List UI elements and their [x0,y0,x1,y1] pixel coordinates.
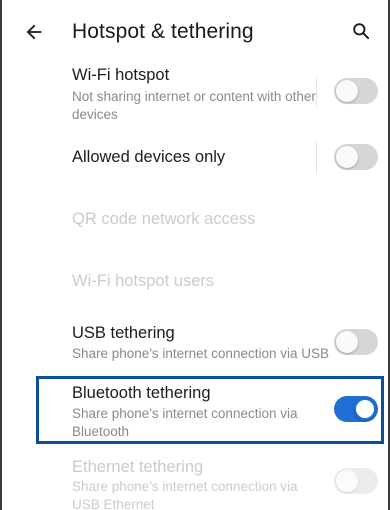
setting-label: Wi-Fi hotspot users [72,272,215,290]
highlight-box [36,376,384,444]
setting-label: USB tethering [72,324,175,342]
search-icon [353,23,370,40]
setting-summary: Share phone's internet connection via US… [72,479,298,510]
toggle-knob [336,146,358,168]
setting-summary: Share phone's internet connection via US… [72,346,329,361]
ethernet-tethering-toggle[interactable] [334,468,378,494]
setting-label: Ethernet tethering [72,458,204,476]
allowed-devices-toggle[interactable] [334,144,378,170]
setting-ethernet-tethering[interactable]: Ethernet tethering Share phone's interne… [0,456,390,510]
setting-summary: Not sharing internet or content with oth… [72,89,316,122]
setting-allowed-devices-only[interactable]: Allowed devices only [0,136,390,180]
toggle-knob [336,80,358,102]
toggle-knob [336,470,358,492]
toggle-knob [336,331,358,353]
setting-usb-tethering[interactable]: USB tethering Share phone's internet con… [0,320,390,368]
setting-label: Wi-Fi hotspot [72,66,170,84]
divider [316,76,317,108]
app-bar: Hotspot & tethering [0,0,390,64]
back-button[interactable] [20,18,48,46]
setting-wifi-hotspot[interactable]: Wi-Fi hotspot Not sharing internet or co… [0,64,390,126]
setting-qr-code-network-access[interactable]: QR code network access [0,200,390,240]
settings-screen: Hotspot & tethering Wi-Fi hotspot Not sh… [0,0,390,510]
search-button[interactable] [348,18,374,44]
setting-label: QR code network access [72,210,256,228]
page-title: Hotspot & tethering [72,20,254,43]
setting-wifi-hotspot-users[interactable]: Wi-Fi hotspot users [0,262,390,302]
setting-label: Allowed devices only [72,148,226,166]
arrow-left-icon [26,24,42,40]
usb-tethering-toggle[interactable] [334,329,378,355]
wifi-hotspot-toggle[interactable] [334,78,378,104]
divider [316,142,317,174]
